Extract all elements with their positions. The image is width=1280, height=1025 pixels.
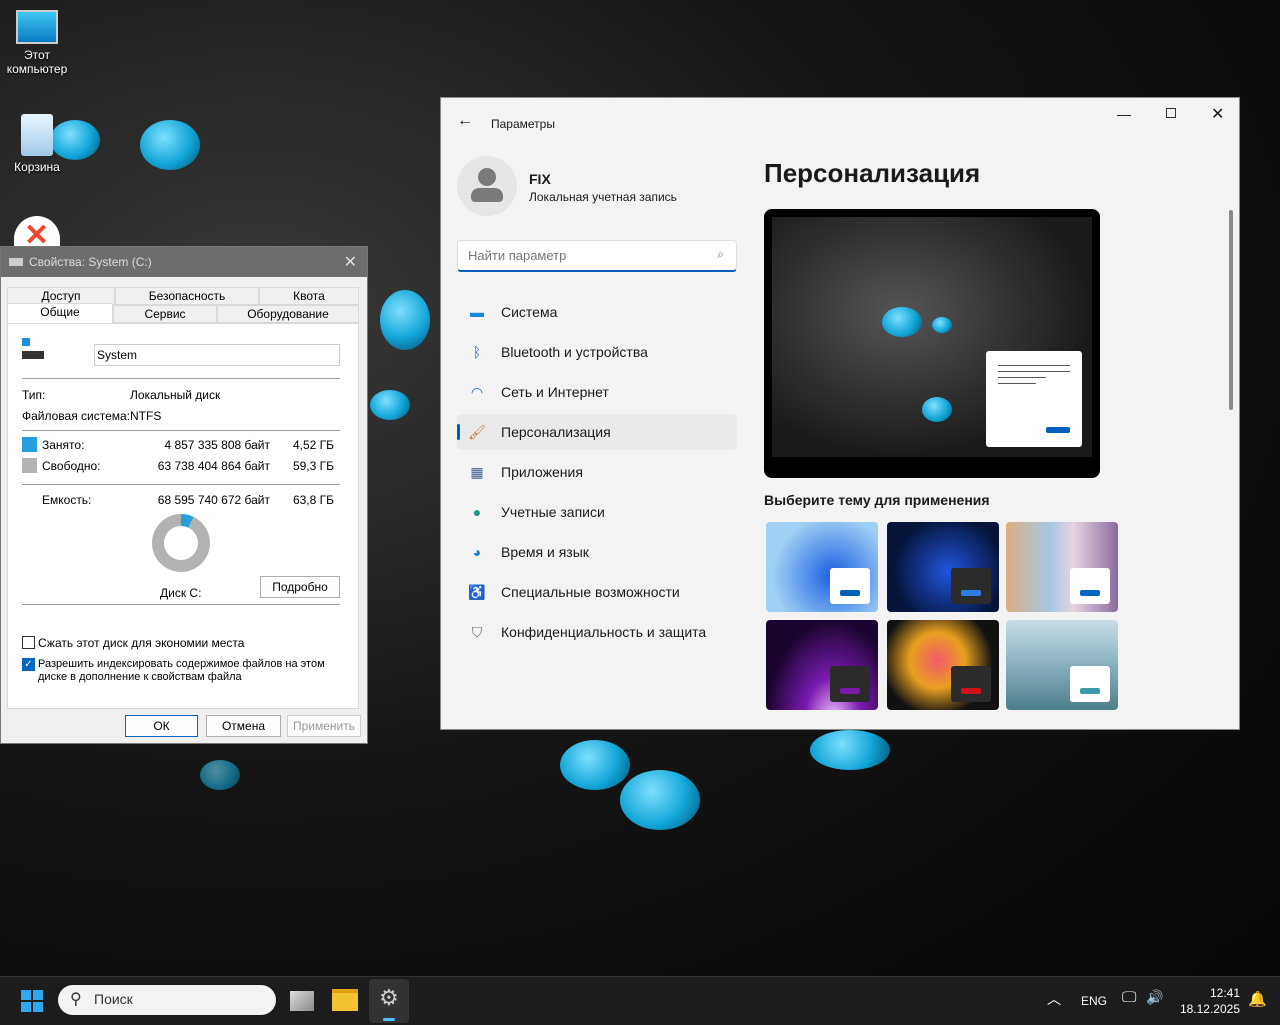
- preview-window: [986, 351, 1082, 447]
- used-gb: 4,52 ГБ: [292, 438, 334, 452]
- search-input[interactable]: Найти параметр ⌕: [457, 240, 737, 272]
- tab-security[interactable]: Безопасность: [115, 287, 259, 305]
- apply-button[interactable]: Применить: [287, 715, 361, 737]
- tab-tools[interactable]: Сервис: [113, 305, 217, 323]
- free-label: Свободно:: [42, 459, 101, 473]
- free-bytes: 63 738 404 864 байт: [157, 459, 270, 473]
- type-value: Локальный диск: [130, 388, 221, 402]
- theme-captured-motion[interactable]: [887, 620, 999, 710]
- search-icon: ⌕: [717, 247, 724, 261]
- sidebar-item-wifi[interactable]: ◠ Сеть и Интернет: [457, 374, 737, 410]
- fs-label: Файловая система:: [22, 409, 131, 423]
- drive-icon: [9, 258, 23, 266]
- desktop-icon-recycle-bin[interactable]: Корзина: [4, 114, 70, 174]
- back-arrow-icon[interactable]: ←: [457, 112, 473, 130]
- theme-windows-light[interactable]: [766, 522, 878, 612]
- wifi-icon: ◠: [470, 383, 484, 400]
- used-swatch: [22, 437, 37, 452]
- network-icon[interactable]: 🖵: [1122, 989, 1136, 1006]
- scrollbar[interactable]: [1229, 210, 1233, 410]
- disk-label: Диск C:: [160, 586, 202, 600]
- properties-dialog: Свойства: System (C:) ✕ Доступ Безопасно…: [0, 246, 368, 744]
- app-title: Параметры: [491, 117, 555, 131]
- theme-flowers[interactable]: [1006, 522, 1118, 612]
- user-icon: ●: [472, 504, 482, 520]
- avatar[interactable]: [457, 156, 517, 216]
- notification-bell-icon[interactable]: 🔔: [1248, 990, 1267, 1008]
- used-label: Занято:: [42, 438, 85, 452]
- system-drive-icon: [22, 338, 46, 360]
- theme-windows-dark[interactable]: [887, 522, 999, 612]
- title-bar: Свойства: System (C:) ✕: [1, 247, 367, 277]
- compress-option[interactable]: Сжать этот диск для экономии места: [22, 636, 244, 650]
- minimize-button[interactable]: —: [1117, 106, 1131, 122]
- user-name: FIX: [529, 171, 551, 187]
- user-type: Локальная учетная запись: [529, 190, 677, 204]
- index-checkbox[interactable]: ✓: [22, 658, 35, 671]
- sidebar-item-globe-clock[interactable]: ◕ Время и язык: [457, 534, 737, 570]
- accessibility-icon: ♿: [468, 583, 486, 600]
- sidebar-item-bluetooth[interactable]: ᛒ Bluetooth и устройства: [457, 334, 737, 370]
- sidebar-item-shield[interactable]: ⛉ Конфиденциальность и защита: [457, 614, 737, 650]
- shield-icon: ⛉: [471, 623, 483, 640]
- browser-icon[interactable]: ✕: [14, 216, 60, 246]
- close-button[interactable]: ✕: [344, 252, 357, 272]
- taskbar: ⚲ Поиск ⚙ ︿ ENG 🖵 🔊 12:41 18.12.2025 🔔: [0, 976, 1280, 1025]
- chevron-up-icon[interactable]: ︿: [1047, 989, 1061, 1009]
- type-label: Тип:: [22, 388, 46, 402]
- tab-hardware[interactable]: Оборудование: [217, 305, 359, 323]
- start-button[interactable]: [21, 990, 43, 1012]
- search-icon: ⚲: [70, 991, 82, 1008]
- dialog-title: Свойства: System (C:): [29, 255, 152, 269]
- themes-heading: Выберите тему для применения: [764, 492, 990, 508]
- disk-usage-donut: [152, 514, 210, 572]
- general-pane: System Тип: Локальный диск Файловая сист…: [7, 323, 359, 709]
- monitor-icon: ▬: [470, 304, 484, 320]
- tab-general[interactable]: Общие: [7, 303, 113, 323]
- monitor-icon: [16, 10, 58, 44]
- free-swatch: [22, 458, 37, 473]
- bluetooth-icon: ᛒ: [472, 344, 482, 360]
- settings-window: ← Параметры — ✕ FIX Локальная учетная за…: [440, 97, 1240, 730]
- close-button[interactable]: ✕: [1211, 104, 1224, 124]
- language-indicator[interactable]: ENG: [1081, 994, 1107, 1008]
- capacity-gb: 63,8 ГБ: [292, 493, 334, 507]
- sidebar-item-monitor[interactable]: ▬ Система: [457, 294, 737, 330]
- theme-preview: [764, 209, 1100, 478]
- globe-clock-icon: ◕: [472, 544, 482, 560]
- taskbar-search[interactable]: ⚲ Поиск: [58, 985, 276, 1015]
- clock[interactable]: 12:41 18.12.2025: [1170, 985, 1240, 1017]
- theme-glow[interactable]: [766, 620, 878, 710]
- apps-icon: ▦: [470, 463, 484, 480]
- recycle-bin-icon: [21, 114, 53, 156]
- details-button[interactable]: Подробно: [260, 576, 340, 598]
- ok-button[interactable]: ОК: [125, 715, 198, 737]
- used-bytes: 4 857 335 808 байт: [164, 438, 270, 452]
- settings-taskbar-button[interactable]: ⚙: [369, 979, 409, 1023]
- fs-value: NTFS: [130, 409, 162, 423]
- tab-quota[interactable]: Квота: [259, 287, 359, 305]
- capacity-label: Емкость:: [42, 493, 92, 507]
- cancel-button[interactable]: Отмена: [206, 715, 281, 737]
- volume-name-input[interactable]: System: [94, 344, 340, 366]
- volume-icon[interactable]: 🔊: [1146, 989, 1163, 1006]
- free-gb: 59,3 ГБ: [292, 459, 334, 473]
- sidebar-item-user[interactable]: ● Учетные записи: [457, 494, 737, 530]
- file-explorer-icon[interactable]: [332, 989, 358, 1011]
- gear-icon: ⚙: [379, 985, 399, 1010]
- index-option[interactable]: ✓ Разрешить индексировать содержимое фай…: [22, 658, 342, 684]
- maximize-button[interactable]: [1166, 108, 1176, 118]
- sidebar-item-accessibility[interactable]: ♿ Специальные возможности: [457, 574, 737, 610]
- brush-icon: 🖌: [468, 423, 486, 440]
- desktop-icon-this-pc[interactable]: Этот компьютер: [4, 10, 70, 76]
- sidebar-item-apps[interactable]: ▦ Приложения: [457, 454, 737, 490]
- page-title: Персонализация: [764, 158, 981, 188]
- theme-sunrise[interactable]: [1006, 620, 1118, 710]
- task-view-icon[interactable]: [290, 991, 314, 1011]
- sidebar-item-brush[interactable]: 🖌 Персонализация: [457, 414, 737, 450]
- capacity-bytes: 68 595 740 672 байт: [157, 493, 270, 507]
- compress-checkbox[interactable]: [22, 636, 35, 649]
